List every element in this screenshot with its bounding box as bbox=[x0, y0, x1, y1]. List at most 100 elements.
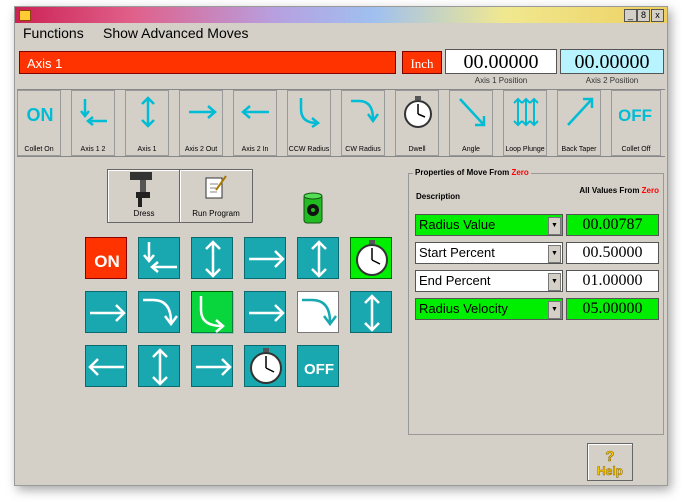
title-bar: _ 8 x bbox=[15, 7, 667, 23]
updown-arrow-icon bbox=[152, 348, 168, 386]
right-arrow-icon bbox=[249, 304, 285, 322]
collet-off-label: Collet Off bbox=[621, 146, 651, 153]
grid-cell-axis2-out[interactable] bbox=[191, 345, 233, 387]
grid-cell-axis12[interactable] bbox=[138, 237, 180, 279]
right-arrow-icon bbox=[196, 358, 232, 376]
collet-off-button[interactable]: OFF Collet Off bbox=[611, 90, 661, 156]
loop-plunge-icon bbox=[513, 97, 539, 127]
cw-radius-icon bbox=[351, 99, 379, 124]
property-row-radius-velocity: Radius Velocity ▼ 05.00000 bbox=[415, 298, 659, 320]
grinder-icon bbox=[130, 172, 152, 207]
chevron-down-icon[interactable]: ▼ bbox=[548, 217, 561, 235]
grid-cell-axis2-out[interactable] bbox=[85, 291, 127, 333]
back-taper-button[interactable]: Back Taper bbox=[557, 90, 601, 156]
svg-text:OFF: OFF bbox=[619, 106, 652, 125]
left-arrow-icon bbox=[88, 358, 124, 376]
grid-cell-dwell[interactable] bbox=[350, 237, 392, 279]
axis12-arrow-icon bbox=[143, 242, 177, 273]
radius-value-select[interactable]: Radius Value ▼ bbox=[415, 214, 563, 236]
right-arrow-icon bbox=[189, 105, 217, 119]
coolant-barrel-icon[interactable] bbox=[301, 191, 325, 227]
start-percent-field[interactable]: 00.50000 bbox=[566, 242, 659, 264]
property-row-start-percent: Start Percent ▼ 00.50000 bbox=[415, 242, 659, 264]
axis-1-label: Axis 1 bbox=[137, 146, 157, 153]
grid-cell-collet-on[interactable]: ON bbox=[85, 237, 127, 279]
angle-arrow-icon bbox=[459, 98, 486, 127]
grid-cell-collet-off[interactable]: OFF bbox=[297, 345, 339, 387]
run-program-button[interactable]: Run Program bbox=[179, 169, 253, 223]
unit-label: Inch bbox=[402, 51, 442, 74]
chevron-down-icon[interactable]: ▼ bbox=[548, 301, 561, 319]
right-arrow-icon bbox=[90, 304, 126, 322]
axis-1-2-button[interactable]: Axis 1 2 bbox=[71, 90, 115, 156]
grid-cell-axis1[interactable] bbox=[138, 345, 180, 387]
radius-velocity-field[interactable]: 05.00000 bbox=[566, 298, 659, 320]
angle-button[interactable]: Angle bbox=[449, 90, 493, 156]
end-percent-field[interactable]: 01.00000 bbox=[566, 270, 659, 292]
grid-cell-ccw-radius-selected[interactable] bbox=[191, 291, 234, 334]
run-program-label: Run Program bbox=[192, 209, 240, 218]
grid-cell-axis1[interactable] bbox=[297, 237, 339, 279]
grid-cell-cw-radius[interactable] bbox=[138, 291, 180, 333]
chevron-down-icon[interactable]: ▼ bbox=[548, 273, 561, 291]
right-arrow-icon bbox=[249, 250, 285, 268]
grid-cell-axis1[interactable] bbox=[191, 237, 233, 279]
axis-2-in-button[interactable]: Axis 2 In bbox=[233, 90, 277, 156]
description-header: Description bbox=[416, 192, 461, 201]
updown-arrow-icon bbox=[141, 96, 155, 128]
axis1-position-value: 00.00000 bbox=[445, 49, 557, 74]
grid-cell-axis2-out[interactable] bbox=[244, 237, 286, 279]
help-button[interactable]: ? Help bbox=[587, 443, 633, 481]
back-taper-icon bbox=[567, 97, 594, 126]
chevron-down-icon[interactable]: ▼ bbox=[548, 245, 561, 263]
minimize-button[interactable]: _ bbox=[624, 9, 637, 22]
axis-title-bar: Axis 1 bbox=[19, 51, 396, 74]
grid-cell-cw-radius-white[interactable] bbox=[297, 291, 339, 333]
cw-radius-icon bbox=[143, 298, 178, 327]
collet-on-label: Collet On bbox=[24, 146, 54, 153]
axis-2-out-label: Axis 2 Out bbox=[184, 146, 218, 153]
off-text-icon: OFF bbox=[304, 361, 334, 378]
ccw-radius-icon bbox=[299, 98, 321, 129]
dress-button[interactable]: Dress bbox=[107, 169, 181, 223]
axis-1-button[interactable]: Axis 1 bbox=[125, 90, 169, 156]
maximize-button[interactable]: 8 bbox=[637, 9, 650, 22]
grid-cell-axis2-in[interactable] bbox=[85, 345, 127, 387]
dwell-label: Dwell bbox=[408, 146, 426, 153]
loop-plunge-button[interactable]: Loop Plunge bbox=[503, 90, 547, 156]
on-text-icon: ON bbox=[27, 105, 54, 125]
menu-show-advanced-moves[interactable]: Show Advanced Moves bbox=[103, 25, 249, 41]
menu-functions[interactable]: Functions bbox=[23, 25, 84, 41]
svg-text:ON: ON bbox=[27, 105, 54, 125]
end-percent-select[interactable]: End Percent ▼ bbox=[415, 270, 563, 292]
axis2-position-label: Axis 2 Position bbox=[585, 76, 639, 85]
grid-cell-axis2-out[interactable] bbox=[244, 291, 286, 333]
dwell-button[interactable]: Dwell bbox=[395, 90, 439, 156]
left-arrow-icon bbox=[241, 105, 269, 119]
grid-cell-axis1[interactable] bbox=[350, 291, 392, 333]
close-button[interactable]: x bbox=[651, 9, 664, 22]
axis1-position-label: Axis 1 Position bbox=[474, 76, 528, 85]
svg-text:ON: ON bbox=[94, 252, 120, 271]
radius-velocity-select[interactable]: Radius Velocity ▼ bbox=[415, 298, 563, 320]
property-row-end-percent: End Percent ▼ 01.00000 bbox=[415, 270, 659, 292]
property-row-radius-value: Radius Value ▼ 00.00787 bbox=[415, 214, 659, 236]
cw-radius-button[interactable]: CW Radius bbox=[341, 90, 385, 156]
updown-arrow-icon bbox=[311, 240, 327, 278]
radius-value-field[interactable]: 00.00787 bbox=[566, 214, 659, 236]
axis-2-in-label: Axis 2 In bbox=[241, 146, 269, 153]
axis12-arrow-icon bbox=[80, 99, 107, 126]
move-toolbar: ON Collet On Axis 1 2 Axis 1 Axis 2 Out … bbox=[17, 89, 665, 157]
start-percent-select[interactable]: Start Percent ▼ bbox=[415, 242, 563, 264]
ccw-radius-icon bbox=[192, 292, 234, 334]
axis-2-out-button[interactable]: Axis 2 Out bbox=[179, 90, 223, 156]
axis2-position-value: 00.00000 bbox=[560, 49, 664, 74]
angle-label: Angle bbox=[462, 146, 480, 153]
collet-on-button[interactable]: ON Collet On bbox=[17, 90, 61, 156]
grid-cell-dwell[interactable] bbox=[244, 345, 286, 387]
stopwatch-icon bbox=[404, 96, 432, 128]
app-icon[interactable] bbox=[19, 10, 31, 21]
main-window: _ 8 x Functions Show Advanced Moves Axis… bbox=[14, 6, 668, 486]
properties-panel: Properties of Move From Zero Description… bbox=[408, 168, 664, 435]
ccw-radius-button[interactable]: CCW Radius bbox=[287, 90, 331, 156]
